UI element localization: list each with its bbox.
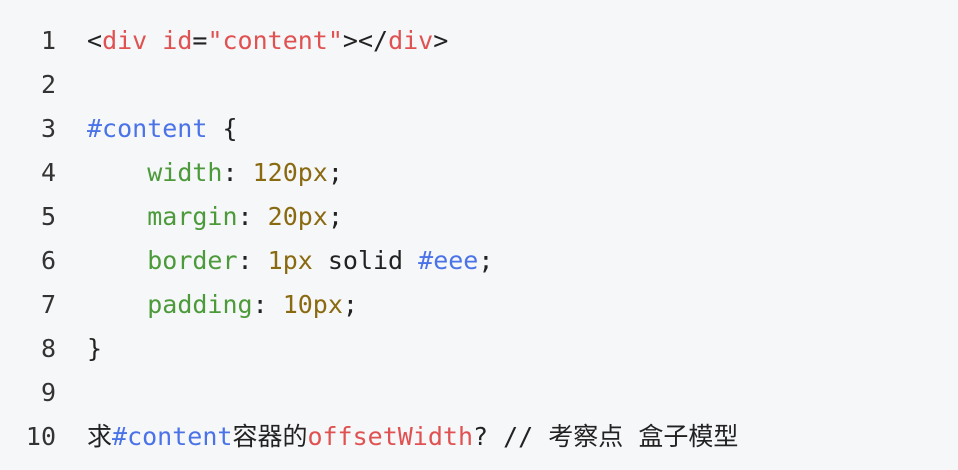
code-token: ? // 考察点 盒子模型: [473, 422, 739, 451]
code-token: padding: [147, 290, 253, 319]
code-token: :: [252, 290, 283, 319]
code-line: 2: [0, 63, 958, 107]
code-token: 120px: [252, 158, 328, 187]
line-code: width: 120px;: [87, 151, 343, 195]
code-token: :: [237, 202, 268, 231]
code-line: 1 <div id="content"></div>: [0, 19, 958, 63]
code-token: 10px: [282, 290, 343, 319]
code-token: div: [388, 26, 434, 55]
code-token: :: [237, 246, 268, 275]
code-token: <: [87, 26, 103, 55]
code-token: margin: [147, 202, 238, 231]
code-token: =: [192, 26, 208, 55]
code-token: #eee: [418, 246, 479, 275]
code-line: 5 margin: 20px;: [0, 195, 958, 239]
code-token: :: [222, 158, 253, 187]
code-line: 4 width: 120px;: [0, 151, 958, 195]
line-code: 求#content容器的offsetWidth? // 考察点 盒子模型: [87, 415, 738, 459]
code-token: ;: [478, 246, 494, 275]
code-lines: 1 <div id="content"></div> 2 3 #content {4 w…: [0, 19, 958, 459]
line-number: 8: [40, 334, 56, 363]
code-token: >: [433, 26, 449, 55]
code-token: 求: [87, 422, 113, 451]
line-code: border: 1px solid #eee;: [87, 239, 493, 283]
line-number: 2: [40, 70, 56, 99]
code-token: ;: [342, 290, 358, 319]
line-code: <div id="content"></div>: [87, 19, 448, 63]
code-token: ;: [327, 158, 343, 187]
line-number: 6: [40, 246, 56, 275]
line-code: }: [87, 327, 102, 371]
line-number: 7: [40, 290, 56, 319]
line-code: padding: 10px;: [87, 283, 358, 327]
line-number: 10: [25, 422, 56, 451]
code-line: 8}: [0, 327, 958, 371]
code-token: #content: [87, 114, 208, 143]
line-number: 5: [40, 202, 56, 231]
code-line: 9: [0, 371, 958, 415]
code-token: 1px: [267, 246, 313, 275]
code-token: 容器的: [232, 422, 308, 451]
line-number: 3: [40, 114, 56, 143]
line-code: #content {: [87, 107, 238, 151]
code-token: {: [207, 114, 238, 143]
code-token: div: [102, 26, 148, 55]
code-token: ;: [327, 202, 343, 231]
code-token: ></: [342, 26, 389, 55]
code-token: }: [87, 334, 103, 363]
code-line: 7 padding: 10px;: [0, 283, 958, 327]
code-token: width: [147, 158, 223, 187]
code-token: #content: [112, 422, 233, 451]
code-token: id: [162, 26, 193, 55]
code-token: solid: [312, 246, 419, 275]
line-number: 9: [40, 378, 56, 407]
line-code: margin: 20px;: [87, 195, 343, 239]
line-number: 4: [40, 158, 56, 187]
code-token: border: [147, 246, 238, 275]
line-number: 1: [40, 26, 56, 55]
code-line: 3 #content {: [0, 107, 958, 151]
code-token: "content": [207, 26, 343, 55]
code-line: 10 求#content容器的offsetWidth? // 考察点 盒子模型: [0, 415, 958, 459]
code-token: 20px: [267, 202, 328, 231]
code-line: 6 border: 1px solid #eee;: [0, 239, 958, 283]
code-block: 1 <div id="content"></div> 2 3 #content {4 w…: [0, 0, 958, 470]
code-token: offsetWidth: [307, 422, 474, 451]
